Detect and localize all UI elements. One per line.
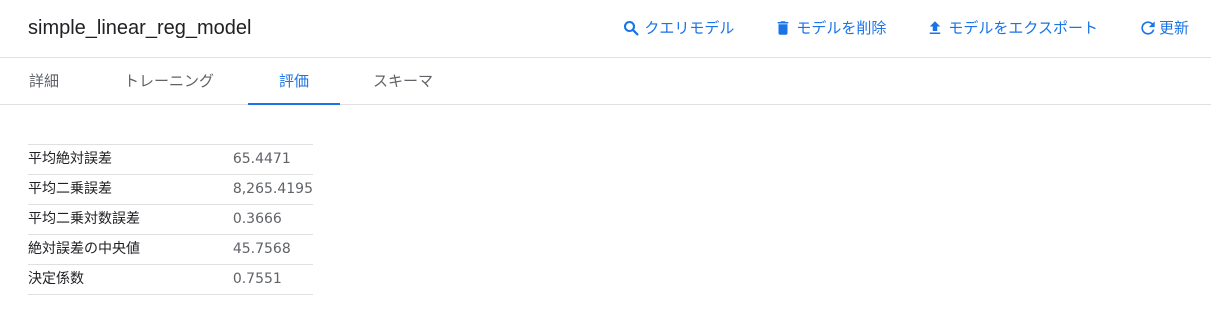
evaluation-metrics-table: 平均絶対誤差 65.4471 平均二乗誤差 8,265.4195 平均二乗対数誤… bbox=[28, 144, 313, 295]
tab-evaluation[interactable]: 評価 bbox=[248, 58, 340, 105]
header-actions: クエリモデル モデルを削除 モデルをエクスポート 更新 bbox=[622, 17, 1189, 39]
metric-value: 0.3666 bbox=[232, 204, 313, 235]
table-row: 絶対誤差の中央値 45.7568 bbox=[28, 234, 313, 265]
trash-icon bbox=[778, 21, 789, 35]
metric-value: 0.7551 bbox=[232, 264, 313, 295]
metric-label: 平均絶対誤差 bbox=[28, 144, 233, 175]
export-model-button[interactable]: モデルをエクスポート bbox=[926, 17, 1098, 39]
tab-schema[interactable]: スキーマ bbox=[370, 58, 436, 104]
metric-label: 決定係数 bbox=[28, 264, 233, 295]
delete-model-button[interactable]: モデルを削除 bbox=[774, 17, 886, 39]
metric-value: 45.7568 bbox=[232, 234, 313, 265]
metric-label: 平均二乗対数誤差 bbox=[28, 204, 233, 235]
query-model-button[interactable]: クエリモデル bbox=[622, 17, 734, 39]
tab-details[interactable]: 詳細 bbox=[28, 58, 60, 104]
tab-training[interactable]: トレーニング bbox=[120, 58, 218, 104]
tab-bar: 詳細 トレーニング 評価 スキーマ bbox=[0, 58, 1211, 105]
query-model-label: クエリモデル bbox=[644, 19, 735, 37]
table-row: 平均二乗対数誤差 0.3666 bbox=[28, 204, 313, 235]
delete-model-label: モデルを削除 bbox=[796, 19, 887, 37]
refresh-button[interactable]: 更新 bbox=[1138, 17, 1189, 39]
metric-value: 65.4471 bbox=[232, 144, 313, 175]
export-model-label: モデルをエクスポート bbox=[948, 19, 1098, 37]
refresh-icon bbox=[1141, 21, 1155, 35]
table-row: 平均絶対誤差 65.4471 bbox=[28, 144, 313, 175]
metric-label: 絶対誤差の中央値 bbox=[28, 234, 233, 265]
search-icon bbox=[624, 20, 639, 36]
metric-value: 8,265.4195 bbox=[232, 174, 313, 205]
table-row: 平均二乗誤差 8,265.4195 bbox=[28, 174, 313, 205]
table-row: 決定係数 0.7551 bbox=[28, 264, 313, 295]
page-header: simple_linear_reg_model クエリモデル モデルを削除 モデ… bbox=[0, 0, 1211, 58]
refresh-label: 更新 bbox=[1158, 19, 1189, 37]
upload-icon bbox=[930, 21, 941, 34]
model-title: simple_linear_reg_model bbox=[28, 17, 252, 39]
metric-label: 平均二乗誤差 bbox=[28, 174, 233, 205]
